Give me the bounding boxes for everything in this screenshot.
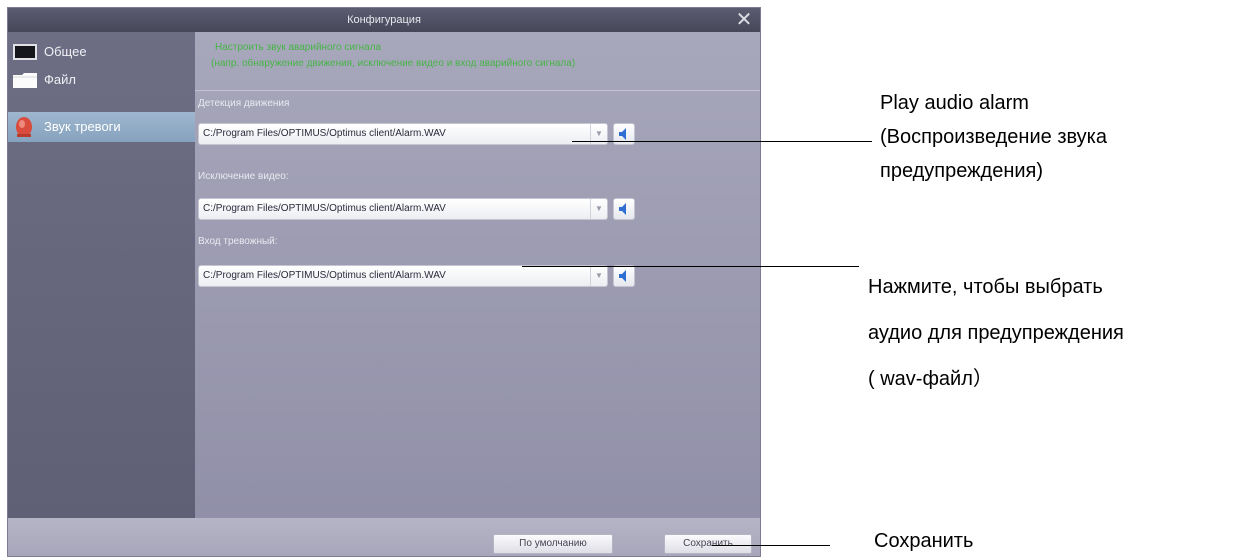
callout-text: ( wav-файл）: [868, 368, 993, 390]
chevron-down-icon[interactable]: ▼: [590, 199, 607, 219]
close-icon[interactable]: ✕: [734, 9, 754, 31]
play-video-loss-sound-button[interactable]: [613, 198, 635, 220]
hint-text: Настроить звук аварийного сигнала: [215, 42, 382, 53]
divider: [195, 90, 760, 91]
combo-value: C:/Program Files/OPTIMUS/Optimus client/…: [203, 270, 446, 281]
sidebar-item-label: Общее: [44, 44, 87, 59]
sidebar-item-label: Файл: [44, 72, 76, 87]
callout-text: аудио для предупреждения: [868, 322, 1124, 344]
button-bar: По умолчанию Сохранить: [8, 518, 760, 556]
sidebar-item-label: Звук тревоги: [44, 119, 121, 134]
alarm-bell-icon: [16, 117, 32, 137]
video-loss-label: Исключение видео:: [198, 171, 289, 182]
play-alarm-input-sound-button[interactable]: [613, 265, 635, 287]
callout-text: Нажмите, чтобы выбрать: [868, 276, 1103, 298]
speaker-icon: [619, 270, 626, 282]
callout-line-select: [522, 266, 859, 267]
chevron-down-icon[interactable]: ▼: [590, 266, 607, 286]
callout-play-audio: Play audio alarm (Воспроизведение звука …: [880, 86, 1107, 188]
callout-text: (Воспроизведение звука: [880, 126, 1107, 148]
default-button[interactable]: По умолчанию: [493, 534, 613, 554]
alarm-input-sound-select[interactable]: C:/Program Files/OPTIMUS/Optimus client/…: [198, 265, 608, 287]
folder-icon: [13, 73, 37, 88]
callout-line-play: [572, 141, 872, 142]
sidebar-item-file[interactable]: Файл: [8, 66, 195, 94]
callout-text: Play audio alarm: [880, 92, 1029, 114]
hint-text-detail: (напр. обнаружение движения, исключение …: [211, 58, 576, 69]
combo-value: C:/Program Files/OPTIMUS/Optimus client/…: [203, 203, 446, 214]
save-button[interactable]: Сохранить: [664, 534, 752, 554]
callout-select-audio: Нажмите, чтобы выбрать аудио для предупр…: [868, 264, 1124, 402]
title-bar: Конфигурация ✕: [8, 8, 760, 32]
window-title: Конфигурация: [347, 14, 421, 26]
sidebar: Общее Файл Звук тревоги: [8, 32, 195, 518]
alarm-input-label: Вход тревожный:: [198, 236, 278, 247]
callout-text: предупреждения): [880, 160, 1044, 182]
speaker-icon: [619, 203, 626, 215]
motion-detection-sound-select[interactable]: C:/Program Files/OPTIMUS/Optimus client/…: [198, 123, 608, 145]
config-window: Конфигурация ✕ Общее Файл Звук тревоги Н…: [8, 8, 760, 556]
video-loss-sound-select[interactable]: C:/Program Files/OPTIMUS/Optimus client/…: [198, 198, 608, 220]
callout-save: Сохранить: [874, 530, 974, 552]
motion-detection-label: Детекция движения: [198, 98, 290, 109]
sidebar-item-general[interactable]: Общее: [8, 38, 195, 66]
callout-line-save: [712, 545, 830, 546]
monitor-icon: [13, 44, 37, 60]
combo-value: C:/Program Files/OPTIMUS/Optimus client/…: [203, 128, 446, 139]
alarm-sound-panel: Настроить звук аварийного сигнала (напр.…: [195, 32, 760, 518]
sidebar-item-alarm-sound[interactable]: Звук тревоги: [8, 112, 195, 142]
